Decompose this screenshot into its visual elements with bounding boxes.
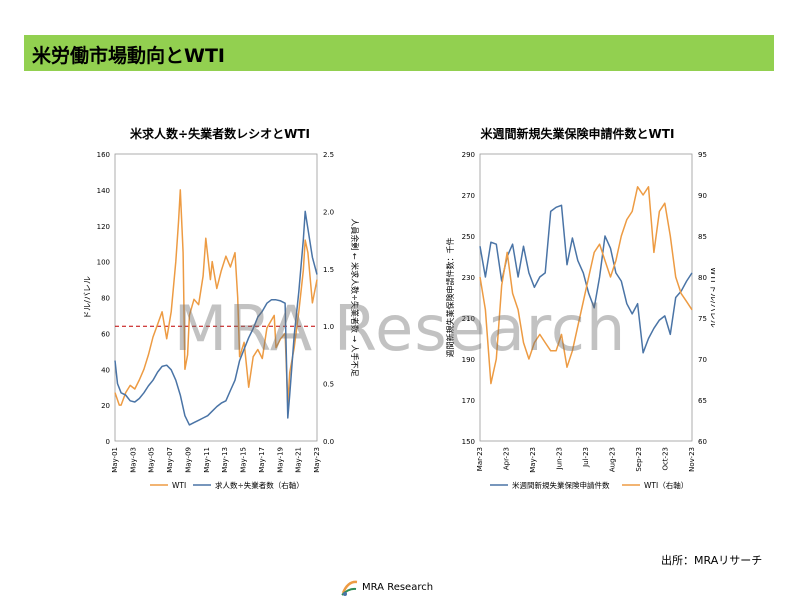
x-tick-label: May-13	[221, 447, 229, 473]
y-left-tick-label: 0	[106, 438, 110, 446]
x-tick-label: May-09	[184, 447, 192, 473]
y-right-tick-label: 60	[698, 438, 707, 446]
x-tick-label: Mar-23	[476, 447, 484, 471]
x-tick-label: May-05	[148, 447, 156, 473]
y-left-tick-label: 80	[101, 295, 110, 303]
source-note: 出所：MRAリサーチ	[661, 554, 763, 567]
y-left-tick-label: 140	[97, 187, 110, 195]
y-left-tick-label: 250	[462, 233, 475, 241]
x-tick-label: Jun-23	[556, 447, 564, 470]
y-right-tick-label: 80	[698, 274, 707, 282]
y-right-tick-label: 0.0	[323, 438, 334, 446]
y-left-tick-label: 60	[101, 330, 110, 338]
y-left-tick-label: 290	[462, 151, 475, 159]
y-left-tick-label: 120	[97, 223, 110, 231]
legend-label: 求人数÷失業者数（右軸）	[215, 480, 304, 490]
legend-label: WTI（右軸）	[644, 480, 688, 490]
x-tick-label: May-21	[295, 447, 303, 473]
x-tick-label: Apr-23	[503, 447, 511, 470]
y-right-axis-label: WTI ドル/バレル	[709, 267, 715, 327]
page-title: 米労働市場動向とWTI	[32, 45, 225, 67]
y-right-tick-label: 0.5	[323, 381, 334, 389]
x-tick-label: May-07	[166, 447, 174, 473]
legend-label: WTI	[172, 481, 186, 490]
y-right-tick-label: 65	[698, 397, 707, 405]
y-right-tick-label: 1.5	[323, 266, 334, 274]
y-right-tick-label: 70	[698, 356, 707, 364]
x-tick-label: May-19	[276, 447, 284, 473]
y-left-tick-label: 160	[97, 151, 110, 159]
y-left-tick-label: 230	[462, 274, 475, 282]
y-left-axis-label: ドル/バレル	[83, 276, 92, 319]
y-left-tick-label: 40	[101, 366, 110, 374]
x-tick-label: May-03	[129, 447, 137, 473]
chart-title: 米求人数÷失業者数レシオとWTI	[130, 127, 310, 141]
y-right-tick-label: 90	[698, 192, 707, 200]
x-tick-label: May-23	[529, 447, 537, 473]
x-tick-label: Aug-23	[609, 447, 617, 472]
watermark-text: MRA Research	[173, 292, 627, 365]
y-right-tick-label: 2.0	[323, 208, 334, 216]
mra-logo-icon	[341, 580, 358, 596]
y-right-tick-label: 75	[698, 315, 707, 323]
x-tick-label: May-23	[313, 447, 321, 473]
y-left-tick-label: 100	[97, 259, 110, 267]
logo-text: MRA Research	[362, 582, 434, 593]
y-right-tick-label: 95	[698, 151, 707, 159]
y-left-tick-label: 20	[101, 402, 110, 410]
y-left-tick-label: 150	[462, 438, 475, 446]
x-tick-label: May-11	[203, 447, 211, 473]
y-right-tick-label: 2.5	[323, 151, 334, 159]
x-tick-label: May-15	[240, 447, 248, 473]
chart-title: 米週間新規失業保険申請件数とWTI	[480, 127, 675, 141]
x-tick-label: Sep-23	[635, 447, 643, 472]
x-tick-label: May-17	[258, 447, 266, 473]
x-tick-label: Nov-23	[688, 447, 696, 472]
y-left-tick-label: 170	[462, 397, 475, 405]
y-left-tick-label: 270	[462, 192, 475, 200]
y-right-tick-label: 85	[698, 233, 707, 241]
header-bar: 米労働市場動向とWTI	[24, 35, 774, 71]
x-tick-label: May-01	[111, 447, 119, 473]
x-tick-label: Oct-23	[662, 447, 670, 471]
x-tick-label: Jul-23	[582, 447, 590, 468]
legend-label: 米週間新規失業保険申請件数	[512, 480, 610, 490]
